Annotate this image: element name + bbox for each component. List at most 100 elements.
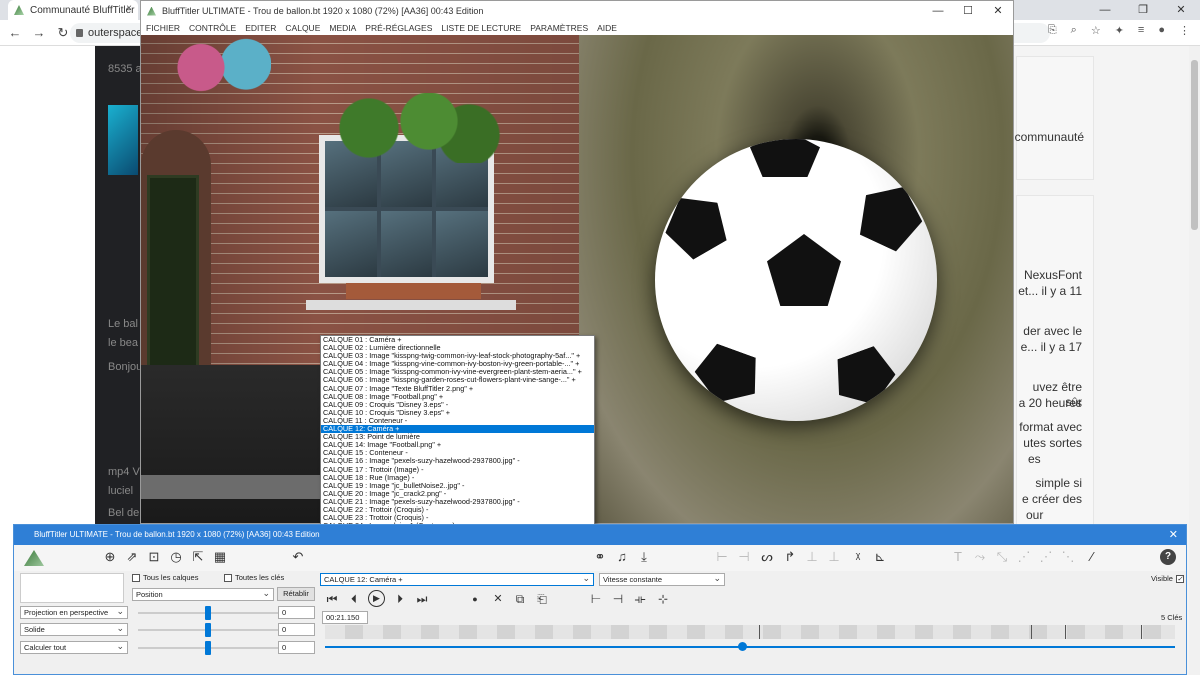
curve-tool-icon[interactable]: ⤳ — [972, 549, 988, 565]
layer-list-item[interactable]: CALQUE 06 : Image "kisspng-garden-roses-… — [321, 376, 594, 384]
timeline-key-marker[interactable] — [1064, 625, 1066, 639]
all-layers-checkbox[interactable]: Tous les calques — [132, 573, 198, 583]
browser-minimize-button[interactable]: — — [1086, 0, 1124, 20]
copy-key-icon[interactable]: ⧉ — [512, 591, 528, 607]
translate-icon[interactable]: ⎘ — [1048, 24, 1057, 37]
layer-list-item[interactable]: CALQUE 10 : Croquis "Disney 3.eps" + — [321, 409, 594, 417]
layer-list-item[interactable]: CALQUE 07 : Image "Texte BluffTitler 2.p… — [321, 385, 594, 393]
menu-liste-de-lecture[interactable]: LISTE DE LECTURE — [441, 21, 521, 35]
value-field[interactable]: 0 — [278, 606, 315, 619]
crop-icon[interactable]: ⊡ — [146, 549, 162, 565]
timeline-playhead[interactable] — [737, 642, 747, 651]
layer-list-item[interactable]: CALQUE 19 : Image "jc_bulletNoise2..jpg"… — [321, 482, 594, 490]
axis-z-icon[interactable]: ⊾ — [872, 549, 888, 565]
reading-list-icon[interactable]: ≡ — [1138, 24, 1144, 37]
layer-list-item[interactable]: CALQUE 11 : Conteneur - — [321, 417, 594, 425]
browser-maximize-button[interactable]: ❐ — [1124, 0, 1162, 20]
layer-list-item[interactable]: CALQUE 02 : Lumière directionnelle — [321, 344, 594, 352]
step-forward-icon[interactable]: ⏵ — [392, 591, 408, 607]
timeline-slider-track[interactable] — [325, 646, 1175, 648]
prev-key-icon[interactable]: ⊢ — [588, 591, 604, 607]
move-keys-icon[interactable]: ⟛ — [632, 591, 648, 607]
property-select[interactable]: Position — [132, 588, 274, 601]
layer-list-item[interactable]: CALQUE 13: Point de lumière — [321, 433, 594, 441]
layer-list-item[interactable]: CALQUE 08 : Image "Football.png" + — [321, 393, 594, 401]
align-tool-icon[interactable]: ⊢ — [714, 549, 730, 565]
layer-list-item[interactable]: CALQUE 12: Caméra + — [321, 425, 594, 434]
node-tool-icon[interactable]: ⋰ — [1038, 549, 1054, 565]
page-scroll-thumb[interactable] — [1191, 60, 1198, 230]
download-icon[interactable]: ⤓ — [636, 549, 652, 565]
menu-aide[interactable]: AIDE — [597, 21, 617, 35]
layer-list-item[interactable]: CALQUE 01 : Caméra + — [321, 336, 594, 344]
projection-select[interactable]: Projection en perspective — [20, 606, 128, 619]
next-key-icon[interactable]: ⊣ — [610, 591, 626, 607]
extensions-icon[interactable]: ✦ — [1115, 24, 1124, 37]
value-field[interactable]: 0 — [278, 641, 315, 654]
text-tool-icon[interactable]: T — [950, 549, 966, 565]
speed-select[interactable]: Vitesse constante — [599, 573, 725, 586]
slider-thumb[interactable] — [205, 623, 211, 637]
record-key-icon[interactable]: ● — [467, 591, 483, 607]
music-note-icon[interactable]: ♫ — [614, 549, 630, 565]
timeline-keys-track[interactable] — [325, 625, 1175, 639]
menu-controle[interactable]: CONTRÔLE — [189, 21, 236, 35]
wand-icon[interactable]: ⁄ — [1084, 549, 1100, 565]
layer-list-item[interactable]: CALQUE 18 : Rue (Image) - — [321, 474, 594, 482]
reload-icon[interactable]: ↻ — [56, 25, 70, 41]
layer-list-item[interactable]: CALQUE 05 : Image "kisspng-common-ivy-vi… — [321, 368, 594, 376]
timeline-key-marker[interactable] — [758, 625, 760, 639]
scale-tool-icon[interactable]: ⤡ — [994, 549, 1010, 565]
slider-thumb[interactable] — [205, 606, 211, 620]
add-layer-icon[interactable]: ⊕ — [102, 549, 118, 565]
go-start-icon[interactable]: ⏮ — [324, 591, 340, 607]
menu-fichier[interactable]: FICHIER — [146, 21, 180, 35]
time-field[interactable]: 00:21.150 — [322, 611, 368, 624]
bookmark-star-icon[interactable]: ☆ — [1091, 24, 1101, 37]
layer-list-item[interactable]: CALQUE 20 : Image "jc_crack2.png" - — [321, 490, 594, 498]
back-arrow-icon[interactable]: ← — [8, 25, 22, 40]
layer-list-item[interactable]: CALQUE 17 : Trottoir (Image) - — [321, 466, 594, 474]
go-end-icon[interactable]: ⏭ — [414, 591, 430, 607]
axis-y-icon[interactable]: ↱ — [782, 549, 798, 565]
menu-editer[interactable]: EDITER — [245, 21, 276, 35]
cp-close-button[interactable]: ✕ — [1169, 525, 1178, 545]
browser-menu-icon[interactable]: ⋮ — [1179, 24, 1190, 37]
layer-list-item[interactable]: CALQUE 15 : Conteneur - — [321, 449, 594, 457]
calculate-select[interactable]: Calculer tout — [20, 641, 128, 654]
bt-maximize-button[interactable]: ☐ — [953, 1, 983, 21]
layer-list-item[interactable]: CALQUE 14: Image "Football.png" + — [321, 441, 594, 449]
menu-parametres[interactable]: PARAMÈTRES — [530, 21, 588, 35]
menu-pre-reglages[interactable]: PRÉ-RÉGLAGES — [365, 21, 432, 35]
spread-keys-icon[interactable]: ⊹ — [655, 591, 671, 607]
browser-close-button[interactable]: ✕ — [1162, 0, 1200, 20]
bt-minimize-button[interactable]: — — [923, 1, 953, 21]
tab-close-icon[interactable]: × — [126, 3, 132, 14]
delete-key-icon[interactable]: ✕ — [490, 591, 506, 607]
layer-list-item[interactable]: CALQUE 22 : Trottoir (Croquis) - — [321, 506, 594, 514]
node-tool-icon[interactable]: ⋱ — [1060, 549, 1076, 565]
axis-tool-icon[interactable]: ⊥ — [804, 549, 820, 565]
browser-tab[interactable]: Communauté BluffTitler × — [8, 0, 138, 20]
timeline-key-marker[interactable] — [1030, 625, 1032, 639]
profile-icon[interactable]: ● — [1158, 24, 1165, 37]
forward-arrow-icon[interactable]: → — [32, 25, 46, 40]
layer-list-item[interactable]: CALQUE 21 : Image "pexels-suzy-hazelwood… — [321, 498, 594, 506]
value-field[interactable]: 0 — [278, 623, 315, 636]
node-tool-icon[interactable]: ⋰ — [1016, 549, 1032, 565]
layer-list-item[interactable]: CALQUE 16 : Image "pexels-suzy-hazelwood… — [321, 457, 594, 465]
menu-calque[interactable]: CALQUE — [285, 21, 320, 35]
visible-checkbox[interactable]: Visible ✓ — [1151, 574, 1184, 584]
step-back-icon[interactable]: ⏴ — [346, 591, 362, 607]
layer-list-item[interactable]: CALQUE 04 : Image "kisspng-vine-common-i… — [321, 360, 594, 368]
all-keys-checkbox[interactable]: Toutes les clés — [224, 573, 284, 583]
align-tool-icon[interactable]: ⊣ — [736, 549, 752, 565]
solid-select[interactable]: Solide — [20, 623, 128, 636]
reset-button[interactable]: Rétablir — [277, 587, 315, 601]
open-folder-icon[interactable]: ⇗ — [124, 549, 140, 565]
layer-list-item[interactable]: CALQUE 03 : Image "kisspng-twig-common-i… — [321, 352, 594, 360]
clock-icon[interactable]: ◷ — [168, 549, 184, 565]
export-folder-icon[interactable]: ⇱ — [190, 549, 206, 565]
timeline-key-marker[interactable] — [1141, 625, 1142, 639]
layer-list-item[interactable]: CALQUE 23 : Trottoir (Croquis) - — [321, 514, 594, 522]
